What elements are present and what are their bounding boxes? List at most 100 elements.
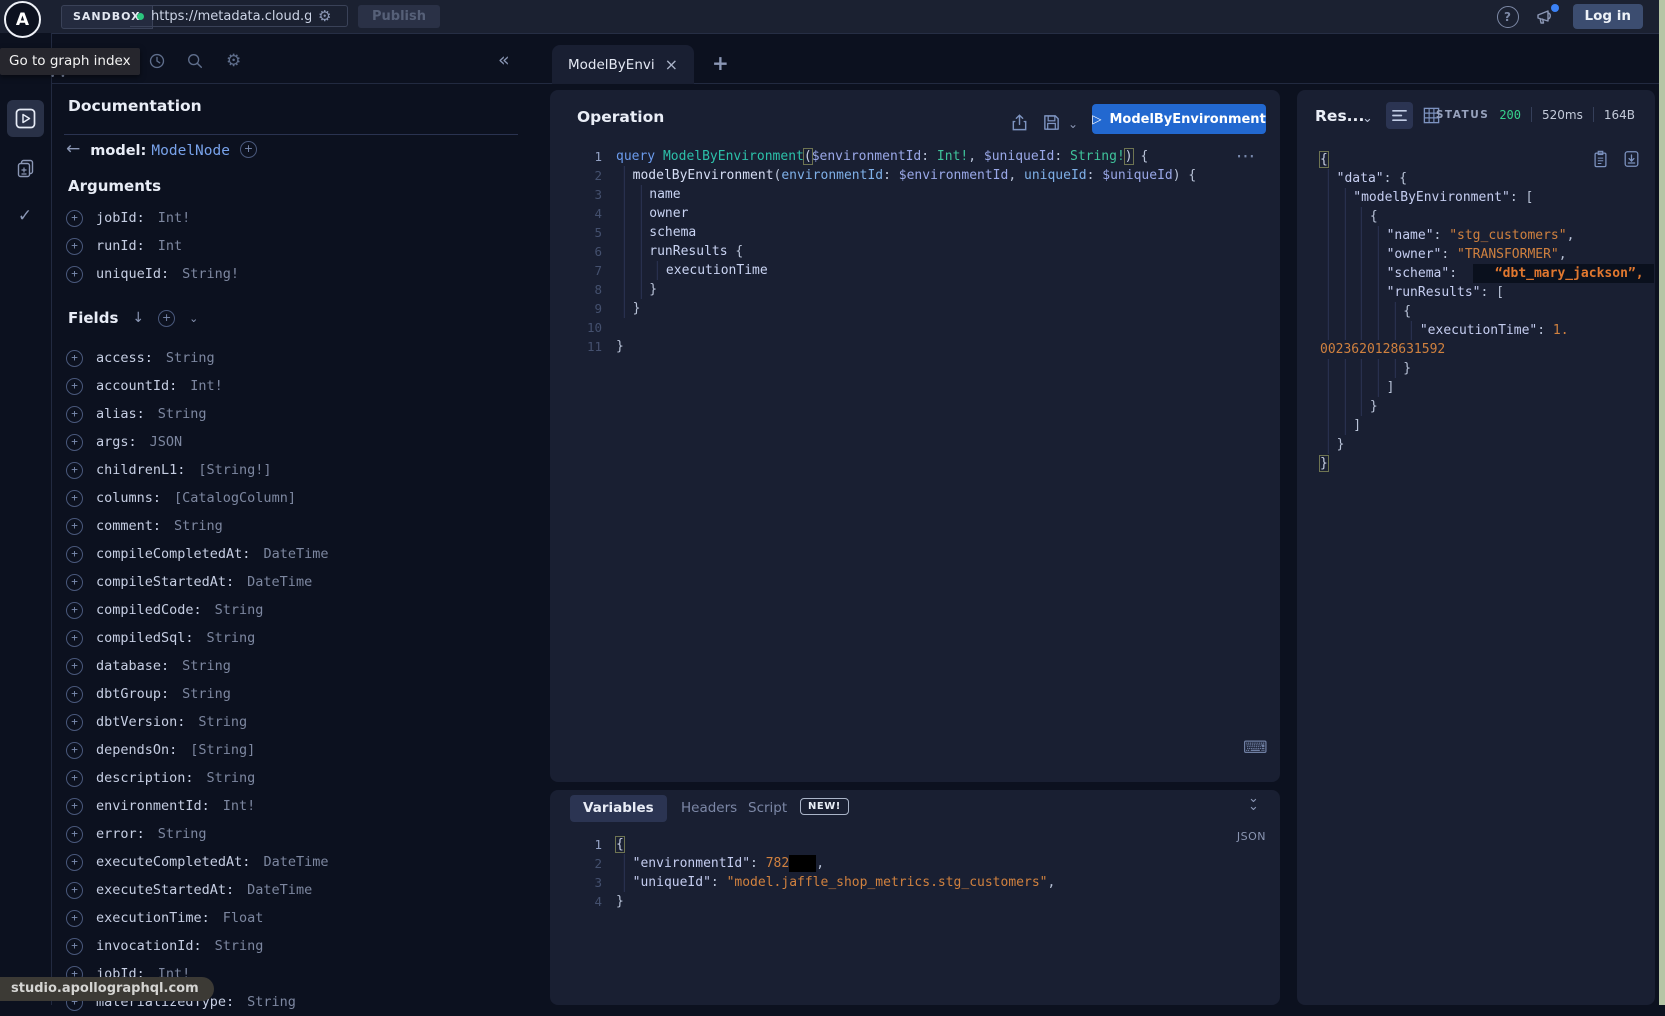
field-type-link[interactable]: DateTime: [247, 882, 312, 898]
help-icon[interactable]: ?: [1497, 6, 1519, 28]
field-type-link[interactable]: String: [158, 826, 207, 842]
doc-field-row: + compileCompletedAt: DateTime: [66, 540, 328, 568]
add-field-icon[interactable]: +: [66, 238, 83, 255]
add-field-icon[interactable]: +: [66, 630, 83, 647]
collapse-variables-icon[interactable]: ⌄ ⌄: [1248, 795, 1259, 811]
code-token: "stg_customers": [1449, 228, 1566, 243]
new-feature-badge: NEW!: [800, 798, 849, 815]
add-field-icon[interactable]: +: [66, 378, 83, 395]
field-type-link[interactable]: Int!: [190, 378, 223, 394]
add-field-icon[interactable]: +: [66, 266, 83, 283]
field-type-link[interactable]: Int!: [158, 210, 191, 226]
add-field-icon[interactable]: +: [66, 714, 83, 731]
add-field-icon[interactable]: +: [66, 602, 83, 619]
doc-field-row: +executeCompletedAt:DateTime: [66, 848, 328, 876]
field-type-link[interactable]: String: [215, 938, 264, 954]
field-type-link[interactable]: String: [207, 770, 256, 786]
field-type-link[interactable]: DateTime: [263, 546, 328, 562]
add-field-icon[interactable]: +: [66, 854, 83, 871]
field-type-link[interactable]: String: [158, 406, 207, 422]
new-tab-button[interactable]: +: [712, 51, 729, 75]
keyboard-shortcuts-icon[interactable]: ⌨: [1243, 738, 1268, 758]
field-type-link[interactable]: String!: [182, 266, 239, 282]
collapse-sidebar-icon[interactable]: «: [498, 52, 510, 68]
search-button[interactable]: [186, 52, 204, 70]
sort-fields-icon[interactable]: ↓: [132, 310, 144, 326]
add-field-icon[interactable]: +: [66, 406, 83, 423]
add-field-icon[interactable]: +: [66, 490, 83, 507]
response-meta: STATUS 200 520ms 164B: [1436, 107, 1635, 122]
add-field-icon[interactable]: +: [66, 658, 83, 675]
add-field-icon[interactable]: +: [66, 882, 83, 899]
field-type-link[interactable]: Float: [223, 910, 264, 926]
rail-checks-button[interactable]: ✓: [14, 205, 36, 227]
save-operation-button[interactable]: [1042, 113, 1061, 132]
add-field-icon[interactable]: +: [66, 574, 83, 591]
endpoint-settings-gear-icon[interactable]: ⚙: [318, 9, 331, 24]
field-type-link[interactable]: String: [207, 630, 256, 646]
doc-type-link[interactable]: ModelNode: [151, 143, 230, 159]
doc-field-row: +childrenL1:[String!]: [66, 456, 328, 484]
operation-tab[interactable]: ModelByEnvi... ×: [552, 45, 694, 84]
publish-button[interactable]: Publish: [358, 5, 440, 28]
variables-editor[interactable]: 1{2"environmentId": 782,3"uniqueId": "mo…: [556, 835, 1055, 911]
add-field-icon[interactable]: +: [66, 350, 83, 367]
line-number: 9: [556, 301, 616, 316]
field-type-link[interactable]: String: [247, 994, 296, 1010]
add-field-icon[interactable]: +: [66, 546, 83, 563]
run-operation-button[interactable]: ▷ ModelByEnvironment: [1092, 104, 1266, 134]
add-field-icon[interactable]: +: [66, 518, 83, 535]
field-type-link[interactable]: JSON: [150, 434, 183, 450]
history-button[interactable]: [148, 52, 166, 70]
back-arrow-icon[interactable]: ←: [66, 139, 80, 159]
field-type-link[interactable]: String: [198, 714, 247, 730]
rail-explorer-button[interactable]: [7, 100, 44, 137]
apollo-logo[interactable]: A: [4, 1, 41, 38]
field-type-link[interactable]: [String!]: [198, 462, 271, 478]
rail-schema-button[interactable]: [14, 157, 36, 179]
field-type-link[interactable]: String: [215, 602, 264, 618]
add-type-icon[interactable]: +: [240, 141, 257, 158]
settings-gear-icon[interactable]: ⚙: [226, 52, 244, 70]
field-name: compileCompletedAt:: [96, 546, 250, 562]
add-field-icon[interactable]: +: [66, 742, 83, 759]
response-view-list-button[interactable]: [1386, 102, 1413, 129]
login-button[interactable]: Log in: [1573, 4, 1643, 29]
operation-editor[interactable]: 1query ModelByEnvironment($environmentId…: [556, 147, 1196, 356]
indent-guide: [1394, 321, 1411, 340]
add-field-icon[interactable]: +: [66, 798, 83, 815]
field-type-link[interactable]: DateTime: [263, 854, 328, 870]
add-field-icon[interactable]: +: [66, 770, 83, 787]
tab-headers[interactable]: Headers: [681, 800, 737, 816]
field-type-link[interactable]: String: [174, 518, 223, 534]
endpoint-url-field[interactable]: https://metadata.cloud.get ⚙: [130, 5, 348, 27]
field-type-link[interactable]: Int!: [223, 798, 256, 814]
tab-variables[interactable]: Variables: [570, 795, 667, 822]
tab-script[interactable]: Script: [748, 800, 787, 816]
code-token: :: [750, 856, 766, 871]
field-type-link[interactable]: [String]: [190, 742, 255, 758]
announcements-icon[interactable]: [1535, 7, 1557, 27]
add-field-icon[interactable]: +: [66, 910, 83, 927]
field-type-link[interactable]: String: [182, 686, 231, 702]
operation-menu-icon[interactable]: ⋯: [1236, 145, 1256, 167]
add-field-icon[interactable]: +: [66, 462, 83, 479]
add-field-icon[interactable]: +: [66, 938, 83, 955]
close-tab-icon[interactable]: ×: [665, 55, 678, 74]
field-type-link[interactable]: [CatalogColumn]: [174, 490, 296, 506]
add-field-icon[interactable]: +: [66, 210, 83, 227]
share-operation-button[interactable]: [1010, 113, 1029, 132]
save-options-chevron-icon[interactable]: ⌄: [1068, 117, 1078, 131]
fields-options-chevron-icon[interactable]: ⌄: [189, 312, 198, 325]
field-name: columns:: [96, 490, 161, 506]
add-field-icon[interactable]: +: [66, 826, 83, 843]
add-field-icon[interactable]: +: [66, 434, 83, 451]
field-type-link[interactable]: String: [182, 658, 231, 674]
field-type-link[interactable]: DateTime: [247, 574, 312, 590]
field-type-link[interactable]: Int: [158, 238, 182, 254]
endpoint-url-text[interactable]: https://metadata.cloud.get: [151, 9, 311, 24]
field-type-link[interactable]: String: [166, 350, 215, 366]
response-dropdown-chevron-icon[interactable]: ⌄: [1362, 111, 1373, 126]
add-all-fields-icon[interactable]: +: [158, 310, 175, 327]
add-field-icon[interactable]: +: [66, 686, 83, 703]
